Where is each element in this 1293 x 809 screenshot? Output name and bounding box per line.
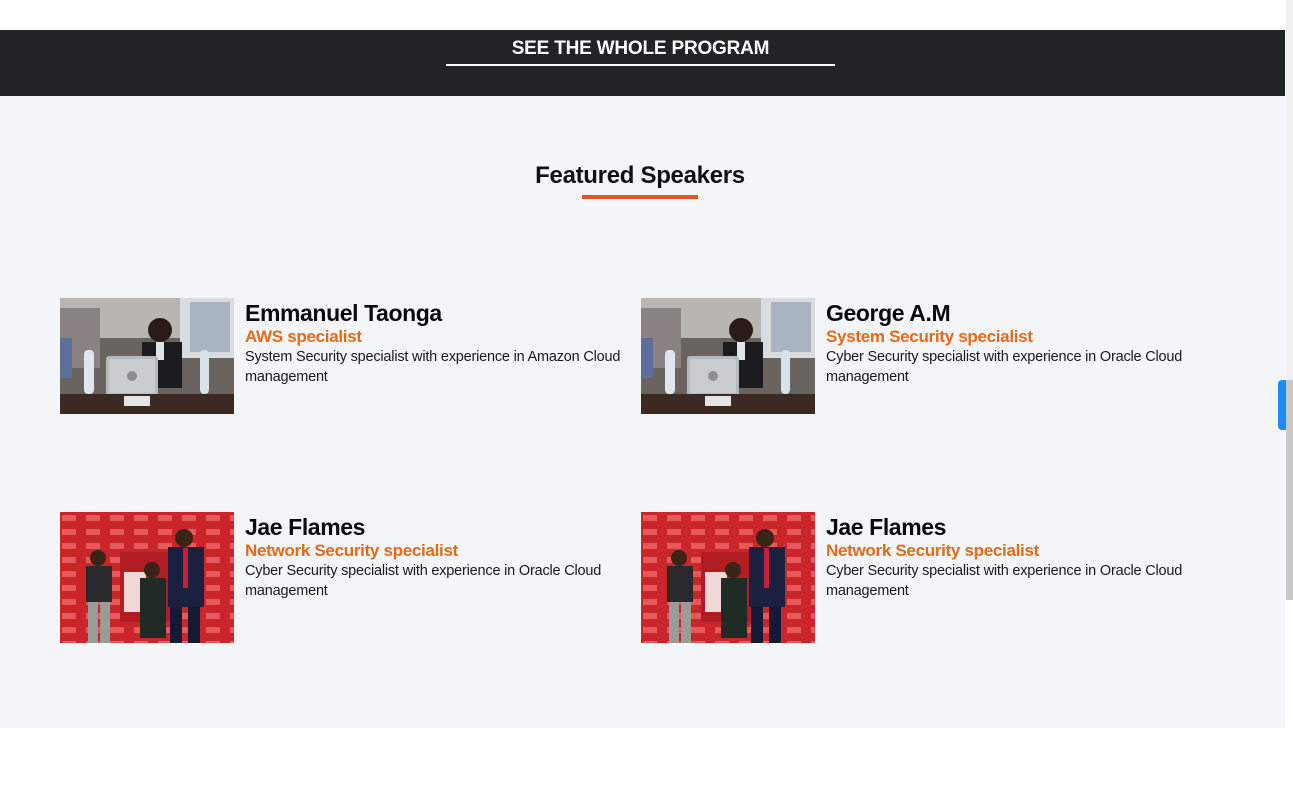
speaker-info: Jae Flames Network Security specialist C… [826,512,1226,601]
featured-speakers-section: Featured Speakers Emmanuel Taonga AWS sp… [0,96,1285,728]
speaker-photo [60,298,234,414]
program-banner: SEE THE WHOLE PROGRAM [0,30,1285,96]
speaker-role: Network Security specialist [826,541,1039,560]
speaker-bio: System Security specialist with experien… [245,349,621,385]
speaker-card: George A.M System Security specialist Cy… [641,298,1221,430]
see-whole-program-link[interactable]: SEE THE WHOLE PROGRAM [446,38,835,66]
speaker-photo [60,512,234,643]
speaker-name: George A.M [826,300,951,326]
red-backdrop-group-photo [60,512,234,643]
speaker-name: Jae Flames [826,514,947,540]
speaker-bio: Cyber Security specialist with experienc… [245,563,602,599]
scrollbar-thumb[interactable] [1278,380,1286,430]
page: SEE THE WHOLE PROGRAM Featured Speakers [0,0,1293,809]
speaker-card: Emmanuel Taonga AWS specialist System Se… [60,298,640,430]
speaker-bio: Cyber Security specialist with experienc… [826,563,1183,599]
speaker-info: Jae Flames Network Security specialist C… [245,512,645,601]
speaker-name: Emmanuel Taonga [245,300,442,326]
scrollbar-rail[interactable] [1286,380,1293,600]
speaker-info: George A.M System Security specialist Cy… [826,298,1226,387]
speaker-name: Jae Flames [245,514,366,540]
speaker-card: Jae Flames Network Security specialist C… [60,512,640,644]
speaker-bio: Cyber Security specialist with experienc… [826,349,1183,385]
speaker-photo [641,298,815,414]
red-backdrop-group-photo [641,512,815,643]
section-title: Featured Speakers [535,162,745,189]
speaker-role: Network Security specialist [245,541,458,560]
speaker-photo [641,512,815,643]
office-meeting-photo [641,298,815,414]
speaker-card: Jae Flames Network Security specialist C… [641,512,1221,644]
speaker-role: AWS specialist [245,327,362,346]
speaker-role: System Security specialist [826,327,1033,346]
office-meeting-photo [60,298,234,414]
speaker-info: Emmanuel Taonga AWS specialist System Se… [245,298,645,387]
title-underline [582,195,698,199]
